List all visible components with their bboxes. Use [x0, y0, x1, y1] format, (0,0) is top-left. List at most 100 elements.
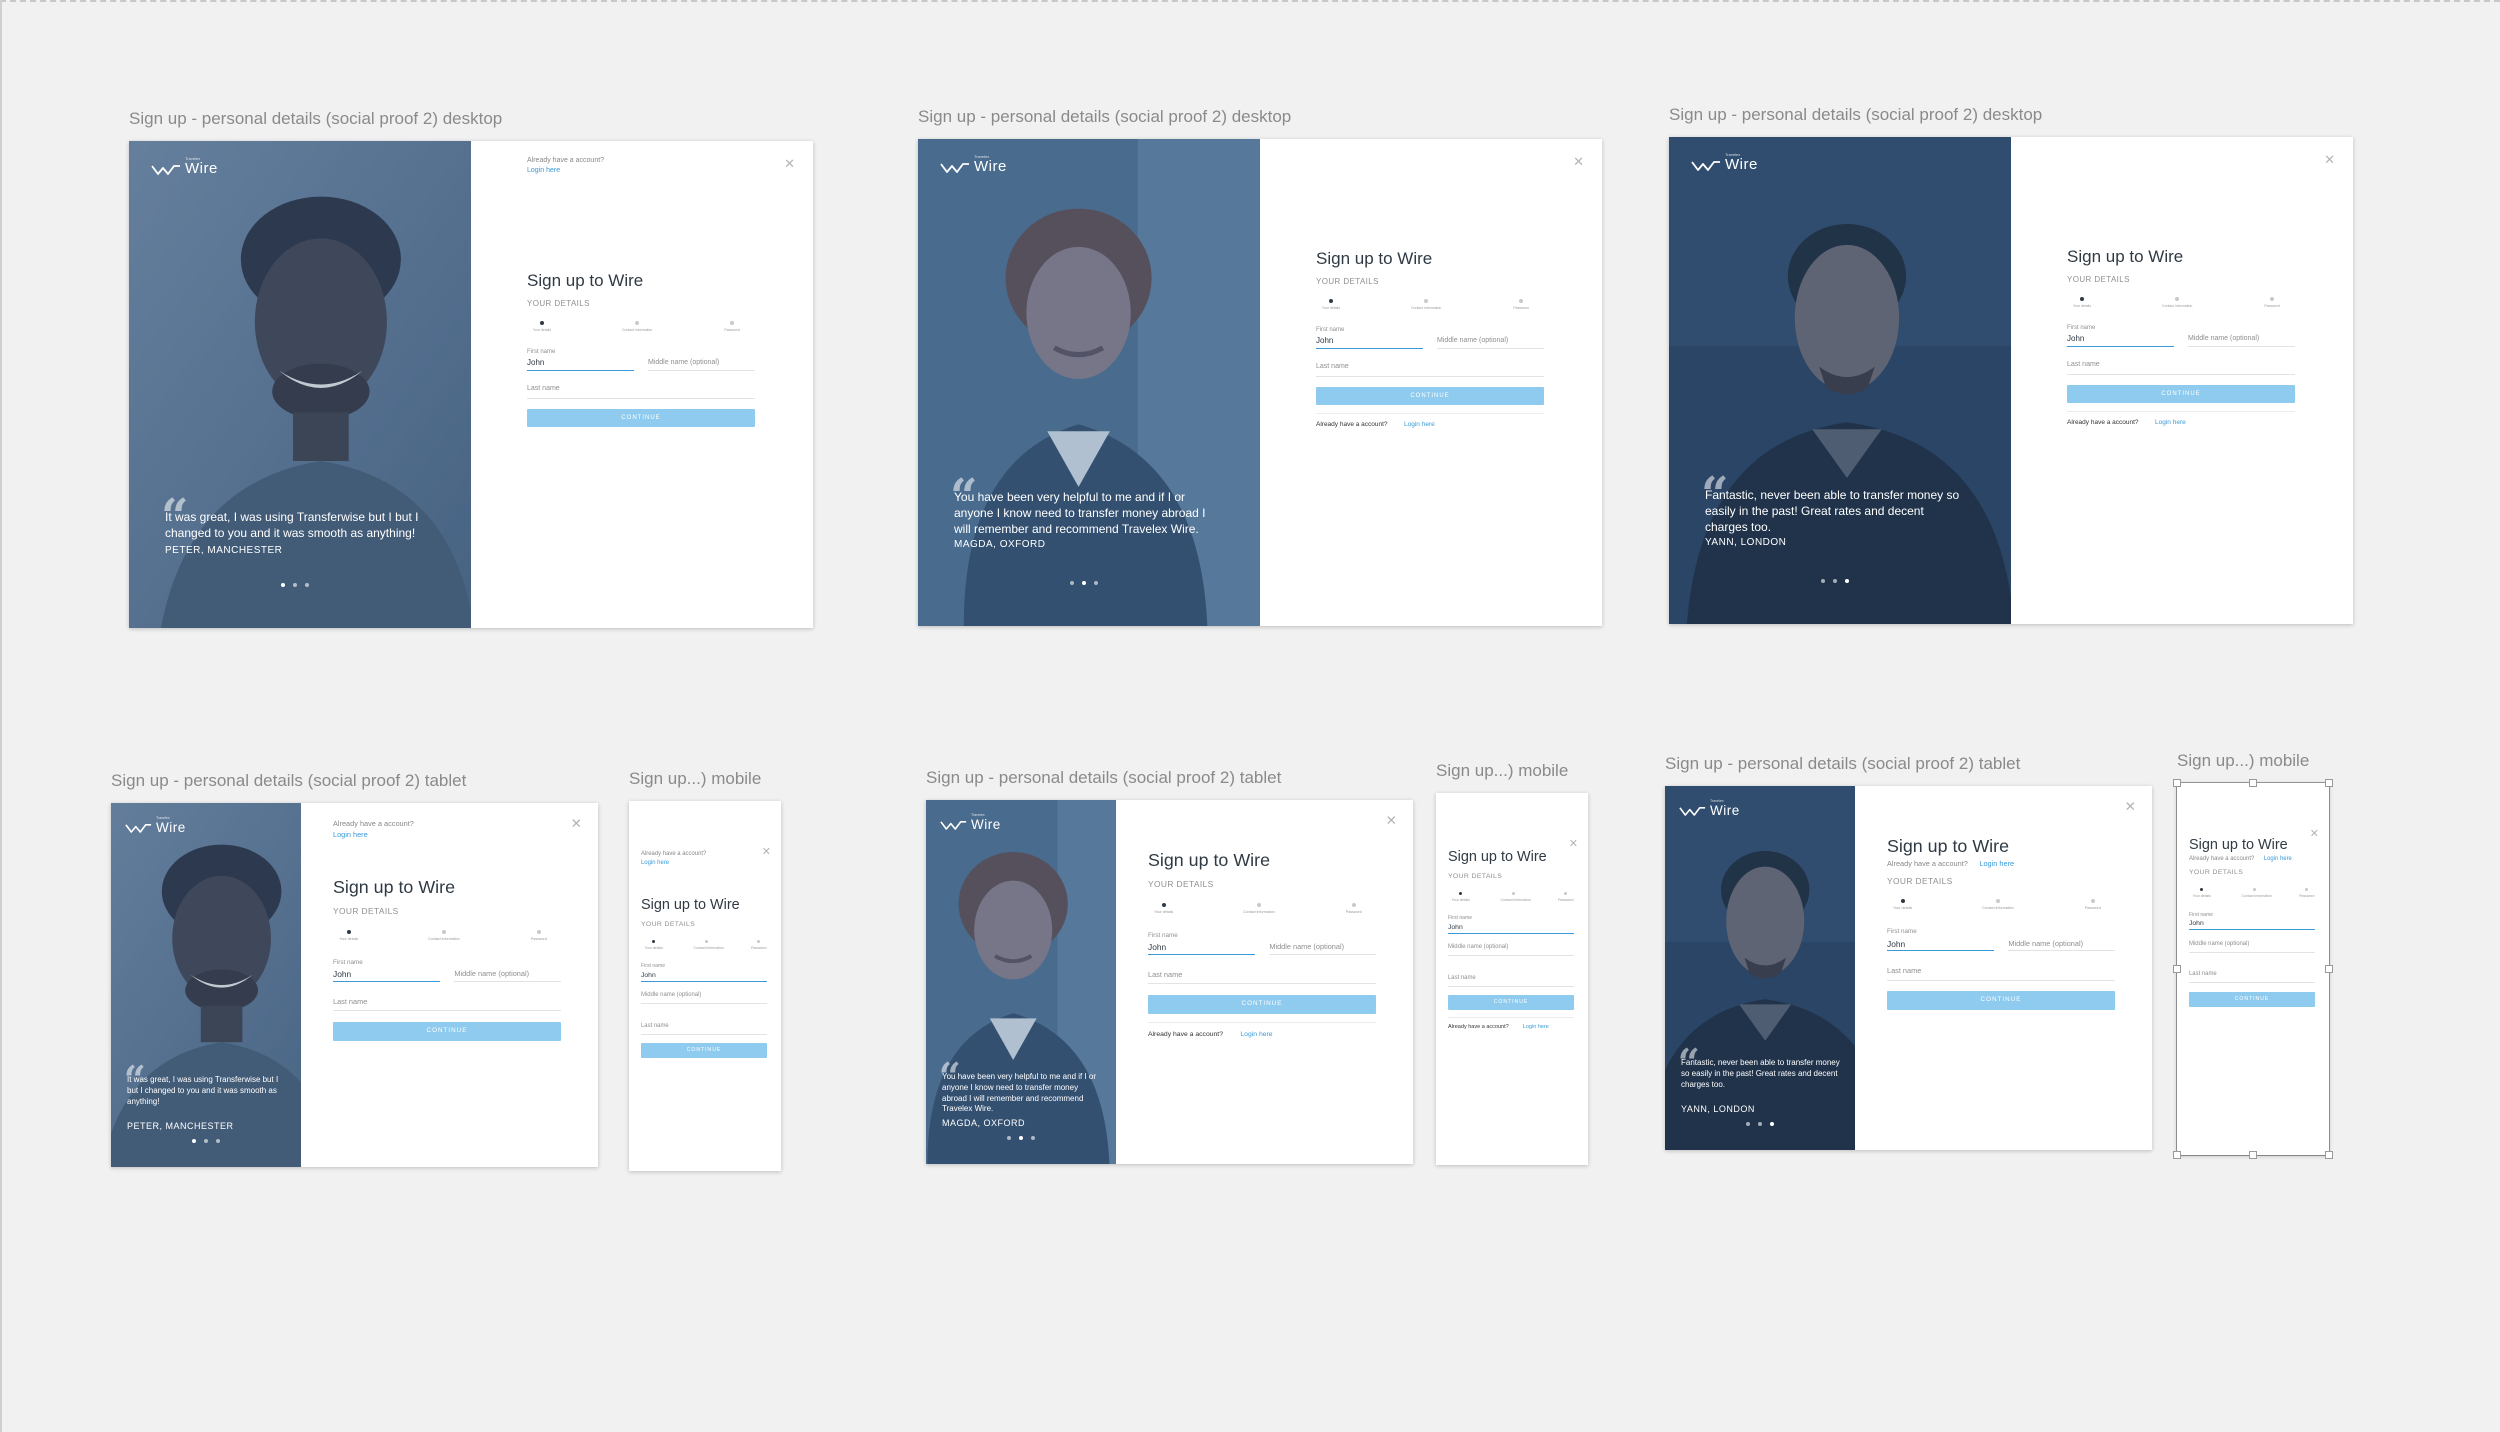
selection-handle[interactable]	[2173, 1151, 2181, 1159]
first-name-field[interactable]: First name John	[641, 963, 767, 982]
close-icon[interactable]: ✕	[1573, 155, 1584, 168]
carousel-dot[interactable]	[1007, 1136, 1011, 1140]
continue-button[interactable]: CONTINUE	[2067, 385, 2295, 403]
last-name-field[interactable]: Last name	[333, 997, 561, 1012]
artboard-mobile[interactable]: Sign up...) mobileTravelexWire✕Sign up t…	[2173, 751, 2333, 1159]
artboard-desktop[interactable]: Sign up - personal details (social proof…	[1669, 105, 2353, 624]
continue-button[interactable]: CONTINUE	[1887, 991, 2115, 1011]
artboard-label[interactable]: Sign up...) mobile	[2177, 751, 2309, 771]
last-name-field[interactable]: Last name	[1316, 363, 1544, 377]
carousel-dot[interactable]	[1833, 579, 1837, 583]
carousel-dot[interactable]	[204, 1139, 208, 1143]
first-name-field[interactable]: First name John	[2067, 325, 2174, 347]
carousel-dots[interactable]	[281, 583, 309, 587]
artboard-label[interactable]: Sign up - personal details (social proof…	[1665, 754, 2020, 774]
middle-name-field[interactable]: Middle name (optional)	[454, 969, 561, 982]
carousel-dot[interactable]	[281, 583, 285, 587]
artboard-tablet[interactable]: Sign up - personal details (social proof…	[111, 771, 598, 1167]
carousel-dots[interactable]	[1070, 581, 1098, 585]
continue-button[interactable]: CONTINUE	[1148, 994, 1376, 1014]
carousel-dot[interactable]	[1821, 579, 1825, 583]
selection-handle[interactable]	[2249, 1151, 2257, 1159]
continue-button[interactable]: CONTINUE	[641, 1043, 767, 1059]
login-link[interactable]: Login here	[333, 830, 368, 839]
artboard-label[interactable]: Sign up - personal details (social proof…	[1669, 105, 2042, 125]
carousel-dot[interactable]	[1770, 1122, 1774, 1126]
middle-name-field[interactable]: Middle name (optional)	[1269, 942, 1376, 955]
carousel-dot[interactable]	[293, 583, 297, 587]
selection-handle[interactable]	[2249, 779, 2257, 787]
artboard-tablet[interactable]: Sign up - personal details (social proof…	[926, 768, 1413, 1164]
carousel-dots[interactable]	[1007, 1136, 1035, 1140]
carousel-dots[interactable]	[192, 1139, 220, 1143]
first-name-field[interactable]: First name John	[1316, 327, 1423, 349]
last-name-field[interactable]: Last name	[641, 1023, 767, 1035]
login-link[interactable]: Login here	[1979, 859, 2014, 868]
close-icon[interactable]: ✕	[1386, 814, 1397, 828]
continue-button[interactable]: CONTINUE	[1448, 995, 1574, 1011]
first-name-field[interactable]: First name John	[2189, 912, 2315, 931]
first-name-field[interactable]: First name John	[333, 959, 440, 982]
artboard-tablet[interactable]: Sign up - personal details (social proof…	[1665, 754, 2152, 1150]
carousel-dots[interactable]	[1746, 1122, 1774, 1126]
selection-handle[interactable]	[2173, 779, 2181, 787]
selection-handle[interactable]	[2325, 779, 2333, 787]
selection-handle[interactable]	[2173, 965, 2181, 973]
middle-name-field[interactable]: Middle name (optional)	[1448, 944, 1574, 957]
continue-button[interactable]: CONTINUE	[2189, 991, 2315, 1007]
middle-name-field[interactable]: Middle name (optional)	[2189, 941, 2315, 953]
artboard-desktop[interactable]: Sign up - personal details (social proof…	[129, 109, 813, 628]
artboard-mobile[interactable]: Sign up...) mobileTravelexWire✕Already h…	[629, 769, 781, 1171]
middle-name-field[interactable]: Middle name (optional)	[2008, 939, 2115, 952]
artboard-label[interactable]: Sign up - personal details (social proof…	[926, 768, 1281, 788]
artboard-desktop[interactable]: Sign up - personal details (social proof…	[918, 107, 1602, 626]
login-link[interactable]: Login here	[1523, 1024, 1549, 1030]
continue-button[interactable]: CONTINUE	[333, 1021, 561, 1041]
carousel-dot[interactable]	[1758, 1122, 1762, 1126]
login-link[interactable]: Login here	[527, 167, 560, 174]
carousel-dot[interactable]	[192, 1139, 196, 1143]
close-icon[interactable]: ✕	[571, 817, 582, 831]
login-link[interactable]: Login here	[2264, 856, 2292, 862]
artboard-label[interactable]: Sign up - personal details (social proof…	[111, 771, 466, 791]
close-icon[interactable]: ✕	[784, 157, 795, 170]
close-icon[interactable]: ✕	[2310, 828, 2319, 840]
last-name-field[interactable]: Last name	[1148, 970, 1376, 985]
artboard-mobile[interactable]: Sign up...) mobileTravelexWire✕Sign up t…	[1436, 761, 1588, 1165]
last-name-field[interactable]: Last name	[1448, 975, 1574, 987]
middle-name-field[interactable]: Middle name (optional)	[2188, 335, 2295, 347]
first-name-field[interactable]: First name John	[527, 349, 634, 371]
last-name-field[interactable]: Last name	[1887, 966, 2115, 981]
login-link[interactable]: Login here	[1404, 421, 1435, 428]
carousel-dot[interactable]	[1031, 1136, 1035, 1140]
last-name-field[interactable]: Last name	[527, 385, 755, 399]
carousel-dot[interactable]	[1094, 581, 1098, 585]
login-link[interactable]: Login here	[1240, 1031, 1272, 1038]
middle-name-field[interactable]: Middle name (optional)	[648, 359, 755, 371]
last-name-field[interactable]: Last name	[2189, 971, 2315, 984]
close-icon[interactable]: ✕	[762, 846, 771, 858]
artboard-label[interactable]: Sign up...) mobile	[629, 769, 761, 789]
close-icon[interactable]: ✕	[1569, 838, 1578, 850]
login-link[interactable]: Login here	[2155, 419, 2186, 426]
carousel-dot[interactable]	[1082, 581, 1086, 585]
carousel-dot[interactable]	[1070, 581, 1074, 585]
middle-name-field[interactable]: Middle name (optional)	[641, 992, 767, 1005]
carousel-dots[interactable]	[1821, 579, 1849, 583]
continue-button[interactable]: CONTINUE	[1316, 387, 1544, 405]
last-name-field[interactable]: Last name	[2067, 361, 2295, 375]
selection-handle[interactable]	[2325, 1151, 2333, 1159]
middle-name-field[interactable]: Middle name (optional)	[1437, 337, 1544, 349]
first-name-field[interactable]: First name John	[1148, 932, 1255, 955]
carousel-dot[interactable]	[1746, 1122, 1750, 1126]
carousel-dot[interactable]	[305, 583, 309, 587]
close-icon[interactable]: ✕	[2324, 153, 2335, 166]
artboard-label[interactable]: Sign up - personal details (social proof…	[918, 107, 1291, 127]
carousel-dot[interactable]	[1845, 579, 1849, 583]
first-name-field[interactable]: First name John	[1448, 915, 1574, 934]
continue-button[interactable]: CONTINUE	[527, 409, 755, 427]
carousel-dot[interactable]	[216, 1139, 220, 1143]
artboard-label[interactable]: Sign up - personal details (social proof…	[129, 109, 502, 129]
selection-handle[interactable]	[2325, 965, 2333, 973]
close-icon[interactable]: ✕	[2125, 800, 2136, 814]
